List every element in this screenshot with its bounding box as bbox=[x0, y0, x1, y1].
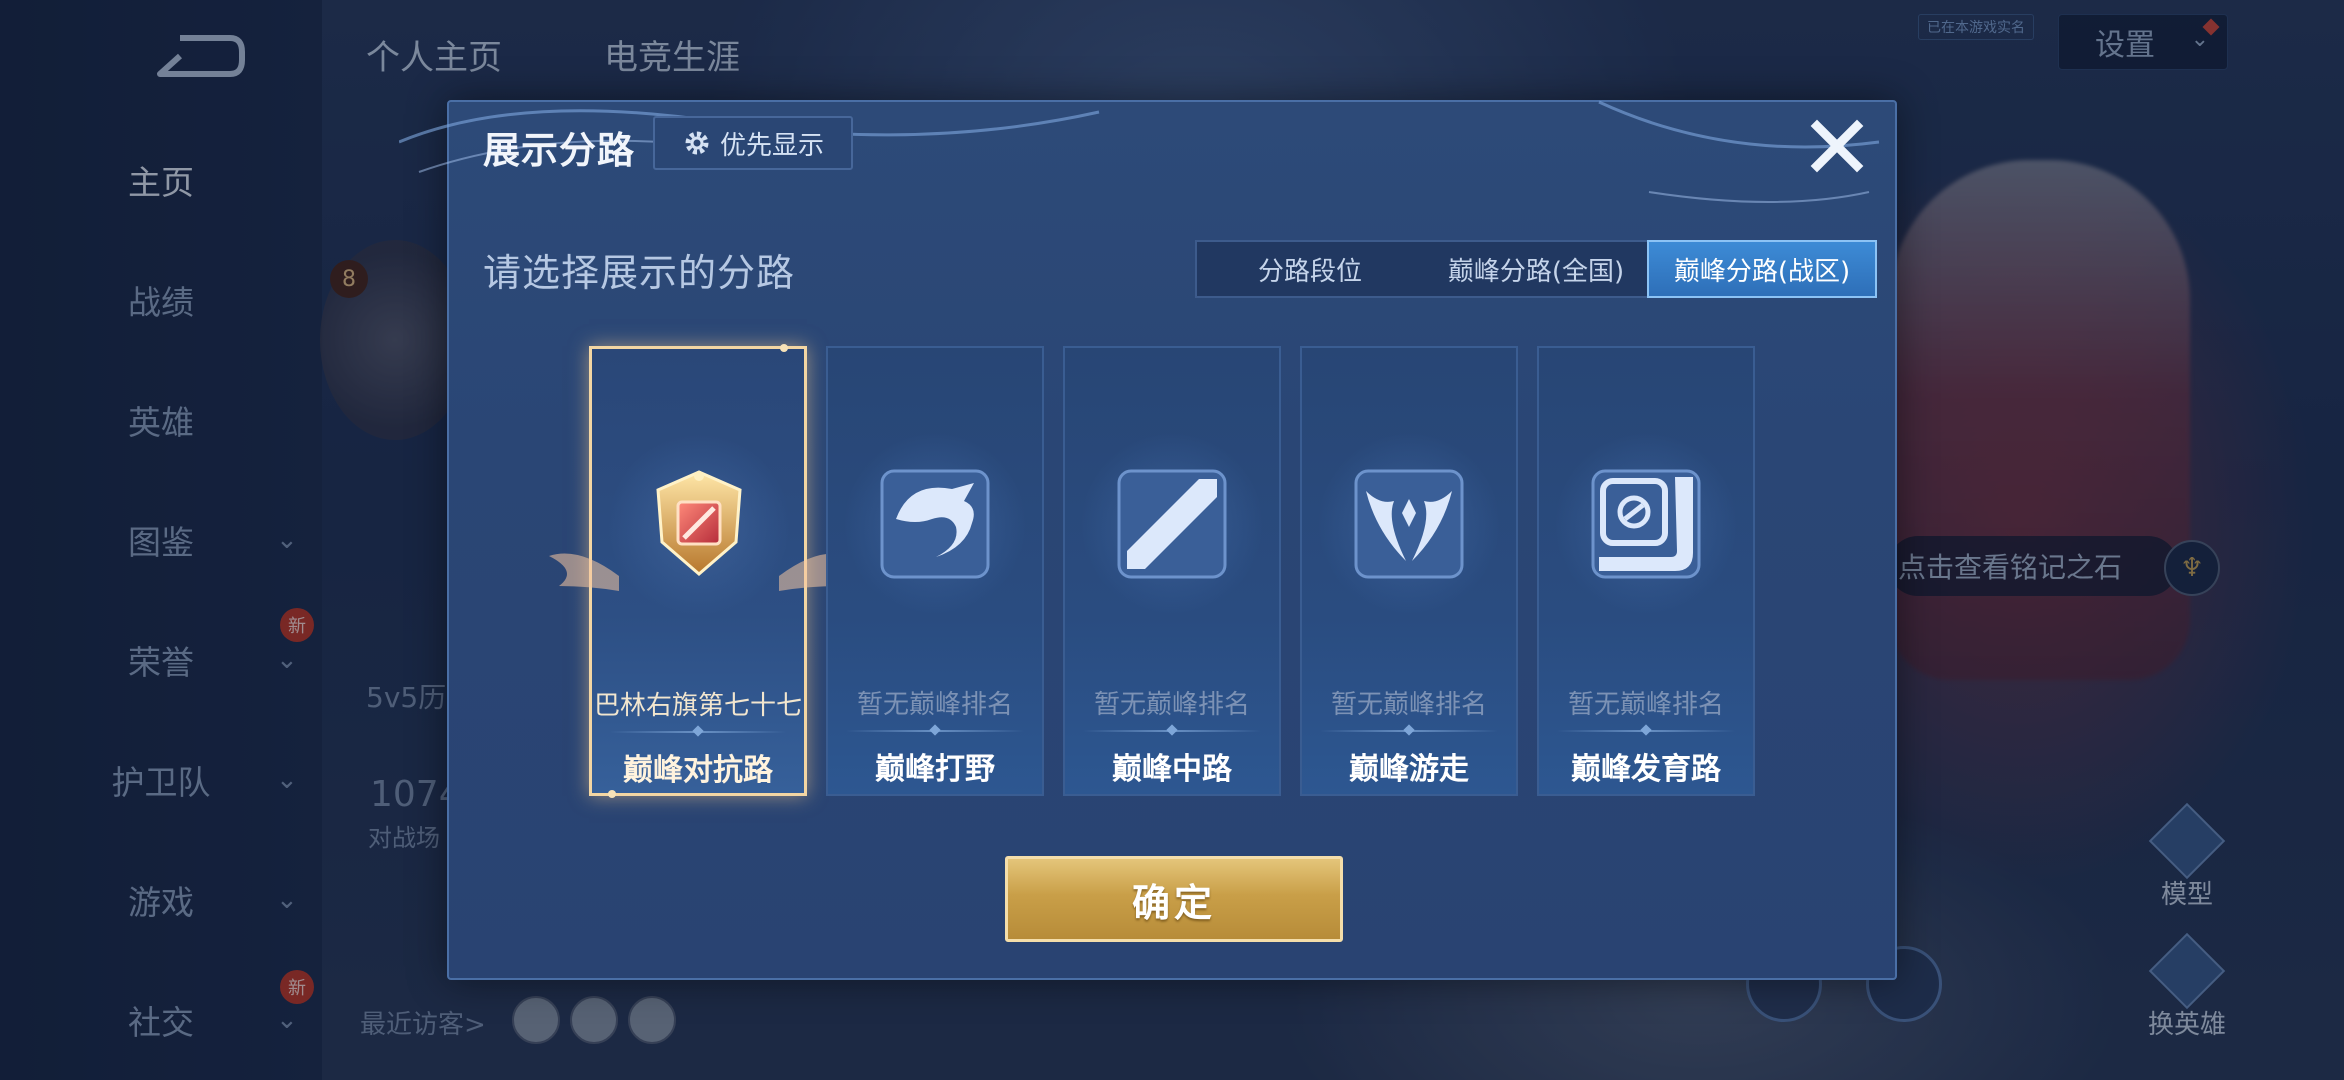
divider bbox=[1320, 730, 1498, 732]
roam-wings-icon bbox=[1354, 469, 1464, 579]
close-icon bbox=[1810, 119, 1864, 173]
rank-text: 暂无巅峰排名 bbox=[856, 690, 1013, 720]
rank-text: 暂无巅峰排名 bbox=[1567, 690, 1724, 720]
lane-card-clash[interactable]: 巴林右旗第七十七 巅峰对抗路 bbox=[589, 344, 807, 798]
emblem-wrap bbox=[609, 435, 789, 615]
lane-label: 巅峰对抗路 bbox=[623, 753, 773, 788]
emblem-wrap bbox=[1319, 434, 1499, 614]
close-button[interactable] bbox=[1805, 114, 1869, 178]
lane-filter-tabs: 分路段位 巅峰分路(全国) 巅峰分路(战区) bbox=[1195, 240, 1877, 298]
farm-lane-icon bbox=[1591, 469, 1701, 579]
divider bbox=[846, 730, 1024, 732]
emblem-wrap bbox=[845, 434, 1025, 614]
mid-lane-icon bbox=[1117, 469, 1227, 579]
priority-display-button[interactable]: 优先显示 bbox=[653, 116, 853, 170]
emblem-wrap bbox=[1556, 434, 1736, 614]
modal-subtitle: 请选择展示的分路 bbox=[483, 251, 796, 295]
tab-label: 巅峰分路(全国) bbox=[1447, 256, 1625, 287]
corner-dot bbox=[780, 344, 788, 352]
divider bbox=[1557, 730, 1735, 732]
jungle-dragon-icon bbox=[880, 469, 990, 579]
divider bbox=[610, 731, 786, 733]
divider bbox=[1083, 730, 1261, 732]
gear-icon bbox=[685, 131, 709, 155]
lane-label: 巅峰中路 bbox=[1112, 752, 1232, 787]
lane-label: 巅峰发育路 bbox=[1571, 752, 1721, 787]
priority-display-label: 优先显示 bbox=[719, 130, 824, 161]
emblem-wrap bbox=[1082, 434, 1262, 614]
tab-label: 巅峰分路(战区) bbox=[1673, 256, 1851, 287]
lane-card-jungle[interactable]: 暂无巅峰排名 巅峰打野 bbox=[826, 346, 1044, 796]
tab-label: 分路段位 bbox=[1257, 256, 1362, 287]
clash-lane-medal-icon bbox=[656, 470, 742, 576]
rank-text: 暂无巅峰排名 bbox=[1093, 690, 1250, 720]
lane-card-mid[interactable]: 暂无巅峰排名 巅峰中路 bbox=[1063, 346, 1281, 796]
lane-cards: 巴林右旗第七十七 巅峰对抗路 暂无巅峰排名 巅峰打野 暂无巅峰排名 巅峰中路 暂… bbox=[549, 344, 1789, 798]
tab-lane-rank[interactable]: 分路段位 bbox=[1197, 242, 1423, 296]
lane-label: 巅峰游走 bbox=[1349, 752, 1469, 787]
rank-text: 巴林右旗第七十七 bbox=[593, 691, 802, 721]
confirm-button[interactable]: 确定 bbox=[1005, 856, 1343, 942]
lane-card-roam[interactable]: 暂无巅峰排名 巅峰游走 bbox=[1300, 346, 1518, 796]
corner-dot bbox=[608, 790, 616, 798]
rank-text: 暂无巅峰排名 bbox=[1330, 690, 1487, 720]
modal-title: 展示分路 bbox=[483, 129, 635, 172]
lane-label: 巅峰打野 bbox=[875, 752, 995, 787]
tab-peak-national[interactable]: 巅峰分路(全国) bbox=[1423, 242, 1649, 296]
lane-display-modal: 展示分路 优先显示 请选择展示的分路 分路段位 巅峰分路(全国) 巅峰分路(战区… bbox=[399, 100, 1897, 980]
tab-peak-region[interactable]: 巅峰分路(战区) bbox=[1647, 240, 1877, 298]
lane-card-farm[interactable]: 暂无巅峰排名 巅峰发育路 bbox=[1537, 346, 1755, 796]
